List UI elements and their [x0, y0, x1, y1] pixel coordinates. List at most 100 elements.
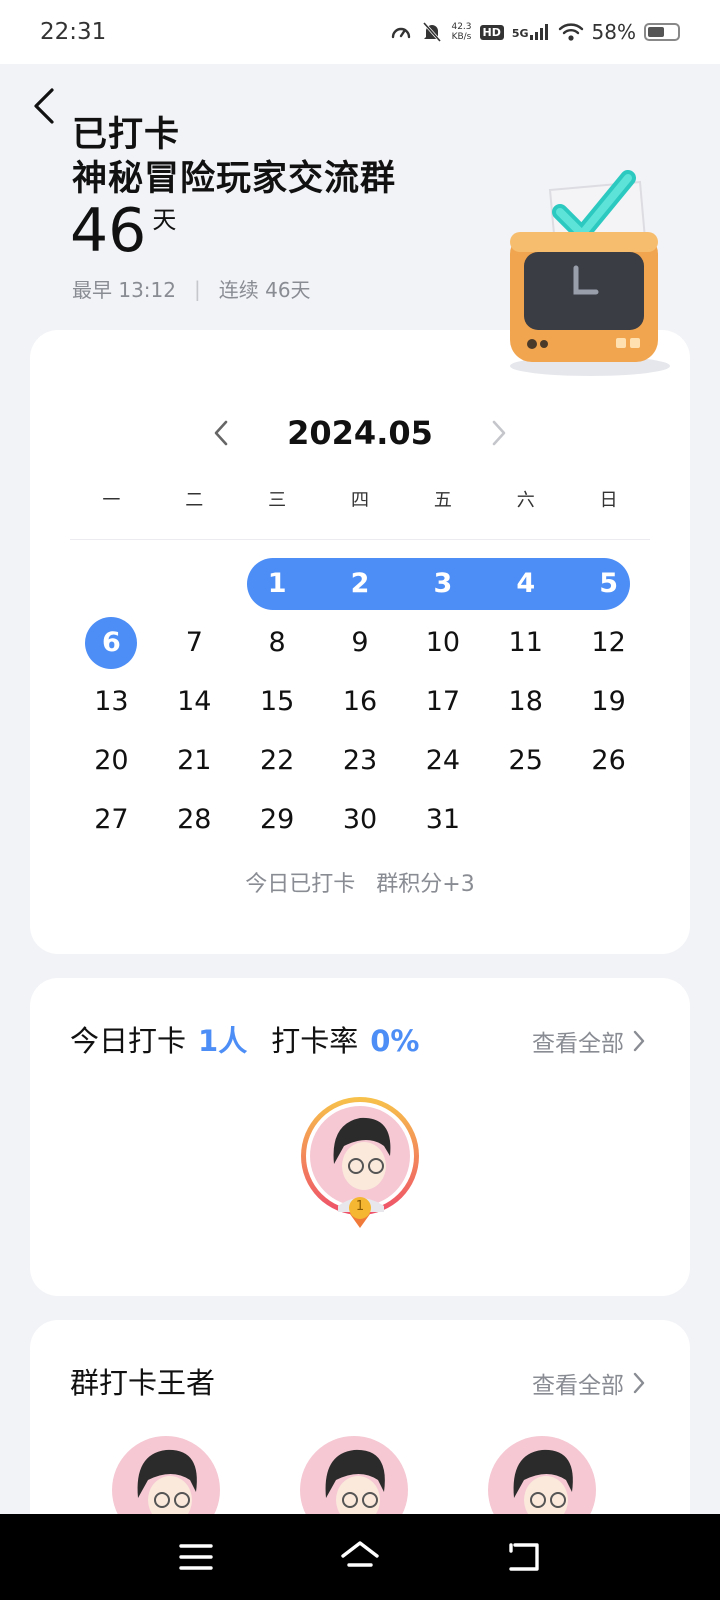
calendar-day[interactable]: [70, 558, 153, 617]
calendar-day-checked[interactable]: 6: [70, 617, 153, 676]
calendar-day[interactable]: 27: [70, 794, 153, 853]
back-button[interactable]: [24, 86, 64, 126]
calendar-day[interactable]: 16: [319, 676, 402, 735]
prev-month-button[interactable]: [211, 418, 231, 448]
calendar-day[interactable]: 24: [401, 735, 484, 794]
earliest-time: 最早 13:12: [72, 278, 176, 302]
status-bar: 22:31 42.3 KB/s HD 5G 58%: [0, 0, 720, 64]
calendar-grid: 1 2 3 4 5 6 7 8 9 10 11 12 13 14 15 16 1…: [70, 558, 650, 853]
battery-icon: [644, 23, 680, 41]
hd-badge: HD: [479, 24, 504, 40]
weekday-label: 日: [599, 490, 618, 511]
calendar-day[interactable]: 12: [567, 617, 650, 676]
summary-separator: |: [194, 276, 201, 301]
calendar-day[interactable]: 25: [484, 735, 567, 794]
bell-muted-icon: [423, 22, 442, 42]
today-view-all-link[interactable]: 查看全部: [532, 1024, 646, 1058]
calendar-day[interactable]: 8: [236, 617, 319, 676]
calendar-week: 13 14 15 16 17 18 19: [70, 676, 650, 735]
king-view-all-link[interactable]: 查看全部: [532, 1366, 646, 1400]
calendar-day[interactable]: 28: [153, 794, 236, 853]
days-count: 46: [70, 196, 147, 266]
view-all-label: 查看全部: [532, 1373, 624, 1399]
checkin-days: 46 天: [70, 196, 176, 266]
next-month-button[interactable]: [489, 418, 509, 448]
weekday-label: 六: [516, 490, 535, 511]
today-checkin-note: 今日已打卡 群积分+3: [245, 872, 475, 897]
calendar-day[interactable]: [153, 558, 236, 617]
network-type: 5G: [511, 27, 529, 40]
today-checkin-stats: 今日打卡 1人 打卡率 0%: [70, 1018, 443, 1060]
calendar-day[interactable]: 31: [401, 794, 484, 853]
today-checkin-card: 今日打卡 1人 打卡率 0% 查看全部 1: [30, 978, 690, 1296]
rank-medal-number: 1: [355, 1199, 365, 1214]
weekday-label: 五: [433, 490, 452, 511]
calendar-day[interactable]: 30: [319, 794, 402, 853]
month-navigator: 2024.05: [30, 414, 690, 452]
calendar-week: 1 2 3 4 5: [70, 558, 650, 617]
calendar-day-checked[interactable]: 1: [236, 558, 319, 617]
calendar-day-checked[interactable]: 4: [484, 558, 567, 617]
weekday-label: 二: [185, 490, 204, 511]
calendar-day[interactable]: 9: [319, 617, 402, 676]
calendar-day[interactable]: 7: [153, 617, 236, 676]
signal-bars-icon: [529, 24, 548, 40]
weekday-header: 一 二 三 四 五 六 日: [70, 486, 650, 512]
today-checkin-count: 1人: [198, 1024, 248, 1058]
calendar-day-checked[interactable]: 5: [567, 558, 650, 617]
system-nav-bar: [0, 1514, 720, 1600]
weekday-label: 三: [268, 490, 287, 511]
home-button[interactable]: [338, 1535, 382, 1579]
chevron-right-icon: [492, 420, 506, 446]
weekday-label: 四: [351, 490, 369, 511]
calendar-day-checked[interactable]: 3: [401, 558, 484, 617]
calendar-day[interactable]: 19: [567, 676, 650, 735]
chevron-right-icon: [633, 1030, 645, 1052]
days-unit: 天: [152, 206, 177, 234]
net-speed: 42.3 KB/s: [451, 22, 471, 42]
speedometer-icon: [392, 27, 411, 39]
battery-percent: 58%: [591, 20, 636, 44]
streak-days: 连续 46天: [218, 278, 311, 302]
calendar-day[interactable]: 29: [236, 794, 319, 853]
today-checkin-label: 今日打卡: [70, 1024, 187, 1058]
net-speed-value: 42.3: [451, 22, 472, 32]
wifi-icon: [558, 23, 583, 41]
calendar-day[interactable]: 26: [567, 735, 650, 794]
calendar-week: 6 7 8 9 10 11 12: [70, 617, 650, 676]
calendar-day[interactable]: [484, 794, 567, 853]
calendar-day[interactable]: 17: [401, 676, 484, 735]
chevron-left-icon: [214, 420, 228, 446]
status-time: 22:31: [40, 19, 107, 45]
calendar-day[interactable]: 18: [484, 676, 567, 735]
back-nav-button[interactable]: [502, 1535, 546, 1579]
checkin-page: 22:31 42.3 KB/s HD 5G 58% 已打卡 神秘冒险玩家交流群 …: [0, 0, 720, 1600]
group-name: 神秘冒险玩家交流群: [72, 159, 397, 199]
checkin-king-title: 群打卡王者: [70, 1366, 216, 1400]
weekday-label: 一: [102, 490, 121, 511]
menu-icon: [179, 1544, 213, 1570]
calendar-day[interactable]: 15: [236, 676, 319, 735]
calendar-day[interactable]: 20: [70, 735, 153, 794]
status-icons: 42.3 KB/s HD 5G 58%: [389, 20, 680, 44]
calendar-day[interactable]: 13: [70, 676, 153, 735]
calendar-card: 2024.05 一 二 三 四 五 六 日 1 2 3 4 5 6 7 8 9 …: [30, 330, 690, 954]
calendar-day[interactable]: 23: [319, 735, 402, 794]
calendar-divider: [70, 539, 650, 540]
calendar-day[interactable]: [567, 794, 650, 853]
cellular-signal: 5G: [512, 24, 550, 40]
calendar-day[interactable]: 11: [484, 617, 567, 676]
calendar-day[interactable]: 10: [401, 617, 484, 676]
calendar-week: 20 21 22 23 24 25 26: [70, 735, 650, 794]
chevron-right-icon: [633, 1372, 645, 1394]
home-icon: [341, 1541, 379, 1567]
menu-button[interactable]: [174, 1535, 218, 1579]
calendar-day-checked[interactable]: 2: [319, 558, 402, 617]
checkin-rate: 0%: [370, 1024, 420, 1058]
return-icon: [509, 1543, 539, 1571]
current-month: 2024.05: [287, 414, 433, 452]
calendar-day[interactable]: 21: [153, 735, 236, 794]
checkin-rate-label: 打卡率: [271, 1024, 359, 1058]
calendar-day[interactable]: 22: [236, 735, 319, 794]
calendar-day[interactable]: 14: [153, 676, 236, 735]
